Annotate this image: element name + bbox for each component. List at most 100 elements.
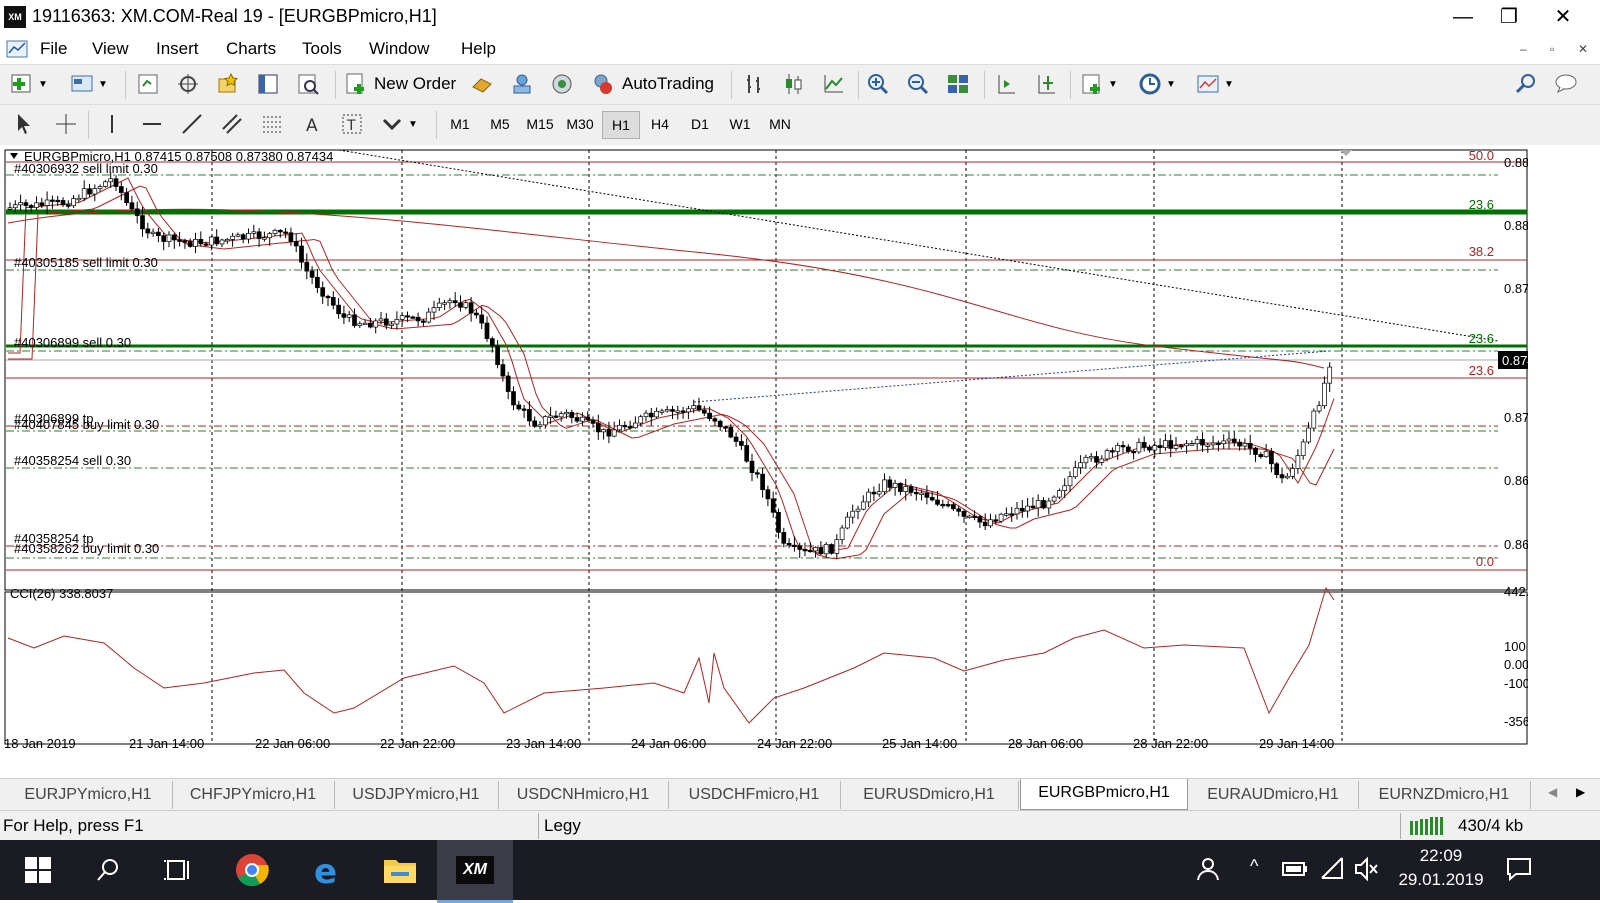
task-view-button[interactable] (140, 840, 216, 900)
autotrading-button[interactable]: AutoTrading (590, 69, 714, 99)
data-window-button[interactable] (176, 69, 200, 99)
periods-button[interactable]: ▼ (1138, 69, 1176, 99)
new-chart-button[interactable]: ▼ (10, 69, 48, 99)
fibonacci-tool[interactable] (260, 109, 284, 139)
equidistant-channel-tool[interactable] (220, 109, 244, 139)
menu-tools[interactable]: Tools (302, 39, 342, 59)
tab-usdcnhmicro[interactable]: USDCNHmicro,H1 (498, 781, 669, 809)
candle-body (60, 200, 66, 206)
zoom-out-button[interactable] (906, 69, 930, 99)
chat-button[interactable] (1554, 69, 1578, 99)
candle-body (1290, 468, 1295, 477)
strategy-tester-button[interactable] (296, 69, 320, 99)
vertical-line-tool[interactable] (100, 109, 124, 139)
tab-eurgbpmicro[interactable]: EURGBPmicro,H1 (1020, 779, 1188, 810)
xm-terminal-taskbar-button[interactable]: XM (437, 840, 513, 903)
text-tool[interactable]: A (300, 109, 324, 139)
taskbar-clock[interactable]: 22:09 (1396, 846, 1486, 866)
timeframe-m15[interactable]: M15 (522, 111, 558, 137)
menu-file[interactable]: File (40, 39, 67, 59)
timeframe-m5[interactable]: M5 (482, 111, 518, 137)
candle-body (156, 231, 161, 237)
bar-chart-button[interactable] (742, 69, 766, 99)
chrome-taskbar-button[interactable] (214, 840, 290, 900)
tab-eurjpymicro[interactable]: EURJPYmicro,H1 (4, 781, 173, 809)
minimize-button[interactable]: — (1440, 0, 1486, 34)
auto-scroll-button[interactable] (1034, 69, 1058, 99)
edge-taskbar-button[interactable]: e (290, 840, 366, 900)
zoom-in-button[interactable] (866, 69, 890, 99)
toolbar-separator (436, 111, 437, 139)
candle-body (617, 424, 622, 431)
timeframe-w1[interactable]: W1 (722, 111, 758, 137)
signals-button[interactable] (550, 69, 574, 99)
price-axis-label: 0.87865 (1504, 281, 1528, 296)
timeframe-h4[interactable]: H4 (642, 111, 678, 137)
menu-view[interactable]: View (92, 39, 129, 59)
gold-bar-button[interactable] (470, 69, 494, 99)
terminal-button[interactable] (256, 69, 280, 99)
arrows-tool[interactable]: ▼ (380, 109, 418, 139)
chart-shift-button[interactable] (994, 69, 1018, 99)
tab-eurusdmicro[interactable]: EURUSDmicro,H1 (840, 781, 1019, 809)
indicator-scale-label: 0.00 (1504, 657, 1528, 672)
file-explorer-taskbar-button[interactable] (362, 840, 438, 900)
notifications-icon[interactable] (1506, 856, 1532, 882)
candle-body (50, 199, 55, 202)
candle-body (1141, 442, 1147, 448)
market-watch-button[interactable] (136, 69, 160, 99)
start-button[interactable] (0, 840, 76, 900)
battery-icon[interactable] (1282, 860, 1308, 878)
price-chart[interactable]: EURGBPmicro,H1 0.87415 0.87508 0.87380 0… (4, 148, 1528, 748)
tabs-scroll-left-icon[interactable]: ◀ (1548, 785, 1557, 799)
mdi-minimize-button[interactable]: – (1520, 42, 1527, 56)
tab-chfjpymicro[interactable]: CHFJPYmicro,H1 (172, 781, 335, 809)
restore-button[interactable]: ❐ (1486, 0, 1532, 34)
current-price-label: 0.87434 (1502, 353, 1528, 368)
candle-body (1019, 507, 1025, 512)
timeframe-h1[interactable]: H1 (602, 111, 640, 139)
timeframe-d1[interactable]: D1 (682, 111, 718, 137)
tab-usdjpymicro[interactable]: USDJPYmicro,H1 (334, 781, 499, 809)
trendline-tool[interactable] (180, 109, 204, 139)
candle-body (431, 307, 437, 313)
indicator-scale-label: 100 (1504, 639, 1526, 654)
tab-usdchfmicro[interactable]: USDCHFmicro,H1 (668, 781, 841, 809)
experts-button[interactable] (510, 69, 534, 99)
close-button[interactable]: ✕ (1540, 0, 1586, 34)
navigator-button[interactable] (216, 69, 240, 99)
text-label-tool[interactable]: T (340, 109, 364, 139)
menu-help[interactable]: Help (461, 39, 496, 59)
search-taskbar-button[interactable] (70, 840, 146, 900)
tab-eurnzdmicro[interactable]: EURNZDmicro,H1 (1358, 781, 1531, 809)
templates-button[interactable]: ▼ (1196, 69, 1234, 99)
menu-charts[interactable]: Charts (226, 39, 276, 59)
people-icon[interactable] (1194, 856, 1220, 882)
mdi-restore-button[interactable]: ▫ (1550, 42, 1554, 56)
cursor-tool[interactable] (12, 109, 36, 139)
profiles-button[interactable]: ▼ (70, 69, 108, 99)
menu-insert[interactable]: Insert (156, 39, 199, 59)
crosshair-tool[interactable] (54, 109, 78, 139)
timeframe-m30[interactable]: M30 (562, 111, 598, 137)
wifi-icon[interactable] (1320, 856, 1346, 882)
candle-body (1178, 445, 1184, 448)
menu-window[interactable]: Window (369, 39, 429, 59)
indicators-button[interactable]: ▼ (1080, 69, 1118, 99)
new-order-button[interactable]: New Order (344, 69, 456, 99)
search-button[interactable] (1514, 69, 1538, 99)
tabs-scroll-right-icon[interactable]: ▶ (1576, 785, 1585, 799)
tile-windows-button[interactable] (946, 69, 970, 99)
volume-muted-icon[interactable] (1354, 856, 1380, 882)
show-hidden-icons-icon[interactable]: ^ (1250, 856, 1258, 877)
tab-euraudmicro[interactable]: EURAUDmicro,H1 (1188, 781, 1359, 809)
timeframe-mn[interactable]: MN (762, 111, 798, 137)
horizontal-line-tool[interactable] (140, 109, 164, 139)
candlestick-button[interactable] (782, 69, 806, 99)
indicator-label: CCI(26) 338.8037 (10, 586, 113, 601)
candle-body (1173, 445, 1179, 449)
mdi-close-button[interactable]: ✕ (1578, 42, 1588, 56)
taskbar-date[interactable]: 29.01.2019 (1388, 870, 1494, 890)
timeframe-m1[interactable]: M1 (442, 111, 478, 137)
line-chart-button[interactable] (822, 69, 846, 99)
